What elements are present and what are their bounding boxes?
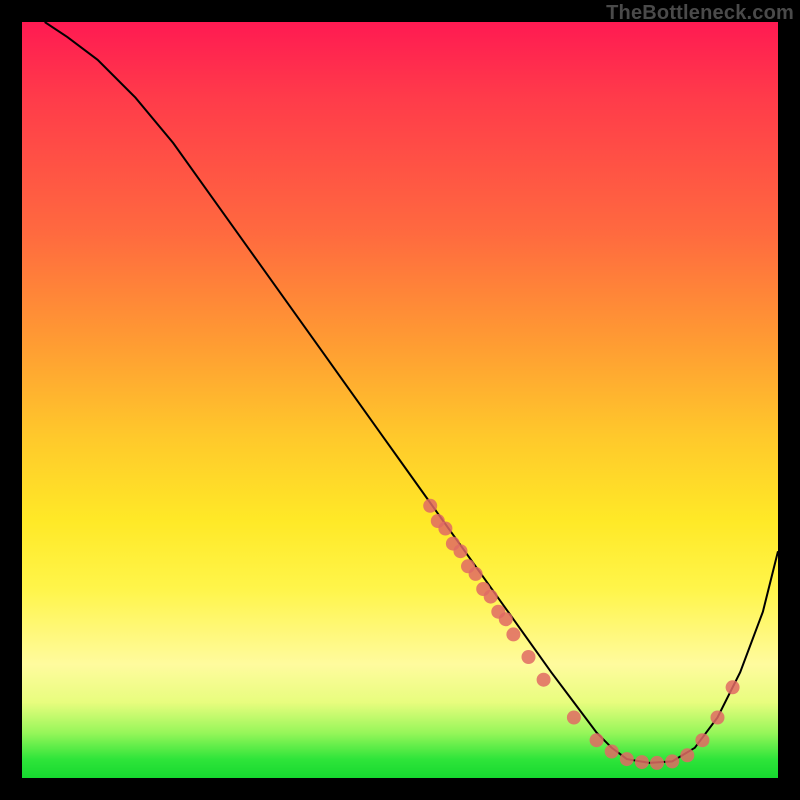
chart-svg (22, 22, 778, 778)
marker-dot (537, 673, 551, 687)
marker-dot (506, 627, 520, 641)
marker-dot (635, 755, 649, 769)
marker-dot (423, 499, 437, 513)
marker-dot (567, 711, 581, 725)
marker-dot (605, 745, 619, 759)
marker-dot (454, 544, 468, 558)
marker-dot (620, 752, 634, 766)
marker-dot (726, 680, 740, 694)
marker-dot (438, 522, 452, 536)
marker-dot (484, 590, 498, 604)
chart-frame: TheBottleneck.com (0, 0, 800, 800)
curve-line (45, 22, 778, 763)
marker-dot (665, 754, 679, 768)
marker-dot (522, 650, 536, 664)
marker-dot (680, 748, 694, 762)
marker-dot (469, 567, 483, 581)
plot-area (22, 22, 778, 778)
marker-dot (499, 612, 513, 626)
marker-dot (695, 733, 709, 747)
marker-dot (711, 711, 725, 725)
watermark-text: TheBottleneck.com (606, 2, 794, 25)
marker-group (423, 499, 739, 770)
marker-dot (590, 733, 604, 747)
marker-dot (650, 756, 664, 770)
